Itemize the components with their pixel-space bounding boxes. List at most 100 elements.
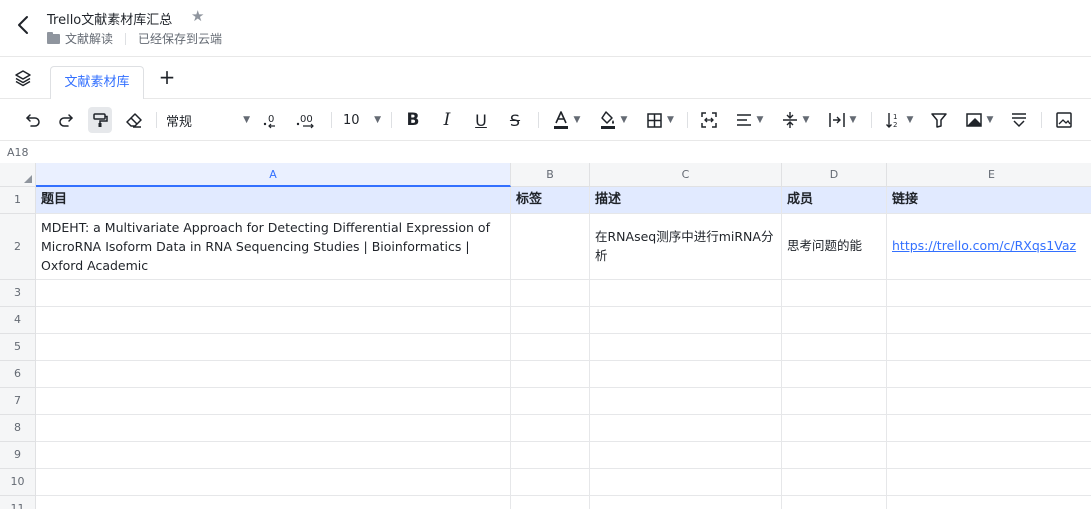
empty-cell[interactable] [887,442,1091,469]
column-header-d[interactable]: D [782,163,887,187]
cell-link[interactable]: https://trello.com/c/RXqs1Vaz [887,214,1091,280]
insert-image-icon[interactable] [1053,107,1075,133]
decrease-decimal-icon[interactable]: 0 [260,107,282,133]
empty-cell[interactable] [511,280,590,307]
header-cell-link[interactable]: 链接 [887,187,1091,214]
empty-cell[interactable] [887,334,1091,361]
empty-cell[interactable] [782,280,887,307]
cell-description[interactable]: 在RNAseq测序中进行miRNA分析 [590,214,782,280]
conditional-format-icon[interactable]: ▼ [962,107,996,133]
empty-cell[interactable] [590,496,782,509]
row-header[interactable]: 4 [0,307,36,334]
row-header[interactable]: 11 [0,496,36,509]
empty-cell[interactable] [887,307,1091,334]
empty-cell[interactable] [511,442,590,469]
empty-cell[interactable] [782,307,887,334]
row-header[interactable]: 10 [0,469,36,496]
add-sheet-icon[interactable]: + [157,67,177,87]
row-header[interactable]: 6 [0,361,36,388]
empty-cell[interactable] [782,361,887,388]
empty-cell[interactable] [36,307,511,334]
header-cell-description[interactable]: 描述 [590,187,782,214]
column-header-a[interactable]: A [36,163,511,187]
back-icon[interactable] [14,14,34,36]
text-wrap-icon[interactable]: ▼ [824,107,860,133]
cell-member[interactable]: 思考问题的能 [782,214,887,280]
empty-cell[interactable] [511,496,590,509]
row-header[interactable]: 2 [0,214,36,280]
empty-cell[interactable] [36,442,511,469]
empty-cell[interactable] [36,361,511,388]
star-icon[interactable]: ★ [191,7,204,25]
empty-cell[interactable] [511,415,590,442]
empty-cell[interactable] [887,415,1091,442]
empty-cell[interactable] [36,496,511,509]
fill-color-icon[interactable]: ▼ [596,107,630,133]
header-cell-tag[interactable]: 标签 [511,187,590,214]
cell-reference[interactable]: A18 [7,146,29,159]
text-color-icon[interactable]: ▼ [550,107,582,133]
filter-icon[interactable] [928,107,950,133]
column-header-c[interactable]: C [590,163,782,187]
empty-cell[interactable] [36,415,511,442]
empty-cell[interactable] [782,388,887,415]
cell-title[interactable]: MDEHT: a Multivariate Approach for Detec… [36,214,511,280]
row-header[interactable]: 1 [0,187,36,214]
empty-cell[interactable] [590,415,782,442]
empty-cell[interactable] [36,388,511,415]
empty-cell[interactable] [887,469,1091,496]
empty-cell[interactable] [590,469,782,496]
empty-cell[interactable] [590,334,782,361]
empty-cell[interactable] [590,280,782,307]
empty-cell[interactable] [511,388,590,415]
empty-cell[interactable] [36,334,511,361]
eraser-icon[interactable] [123,107,145,133]
tab-sheet[interactable]: 文献素材库 [50,66,144,99]
empty-cell[interactable] [511,334,590,361]
empty-cell[interactable] [887,361,1091,388]
empty-cell[interactable] [887,388,1091,415]
strikethrough-icon[interactable]: S [505,107,525,133]
empty-cell[interactable] [782,334,887,361]
freeze-icon[interactable] [1008,107,1030,133]
bold-icon[interactable]: B [403,107,423,133]
empty-cell[interactable] [511,307,590,334]
empty-cell[interactable] [782,415,887,442]
empty-cell[interactable] [511,361,590,388]
empty-cell[interactable] [590,361,782,388]
header-cell-title[interactable]: 题目 [36,187,511,214]
horizontal-align-icon[interactable]: ▼ [732,107,766,133]
cell-tag[interactable] [511,214,590,280]
breadcrumb-folder[interactable]: 文献解读 [65,30,113,47]
row-header[interactable]: 3 [0,280,36,307]
empty-cell[interactable] [590,307,782,334]
column-header-e[interactable]: E [887,163,1091,187]
empty-cell[interactable] [782,496,887,509]
empty-cell[interactable] [590,442,782,469]
undo-icon[interactable] [22,107,44,133]
italic-icon[interactable]: I [437,107,457,133]
merge-cells-icon[interactable] [698,107,720,133]
underline-icon[interactable]: U [471,107,491,133]
font-size-select[interactable]: 10 ▼ [343,107,381,133]
header-cell-member[interactable]: 成员 [782,187,887,214]
row-header[interactable]: 9 [0,442,36,469]
document-title[interactable]: Trello文献素材库汇总 [47,9,172,28]
vertical-align-icon[interactable]: ▼ [778,107,812,133]
format-painter-icon[interactable] [88,107,112,133]
empty-cell[interactable] [887,280,1091,307]
row-header[interactable]: 5 [0,334,36,361]
number-format-select[interactable]: 常规 ▼ [166,107,250,133]
empty-cell[interactable] [590,388,782,415]
column-header-b[interactable]: B [511,163,590,187]
select-all-corner[interactable] [0,163,36,187]
empty-cell[interactable] [511,469,590,496]
empty-cell[interactable] [36,280,511,307]
row-header[interactable]: 7 [0,388,36,415]
borders-icon[interactable]: ▼ [643,107,677,133]
empty-cell[interactable] [782,442,887,469]
sort-icon[interactable]: 12 ▼ [882,107,916,133]
increase-decimal-icon[interactable]: 00 [294,107,318,133]
redo-icon[interactable] [55,107,77,133]
empty-cell[interactable] [782,469,887,496]
